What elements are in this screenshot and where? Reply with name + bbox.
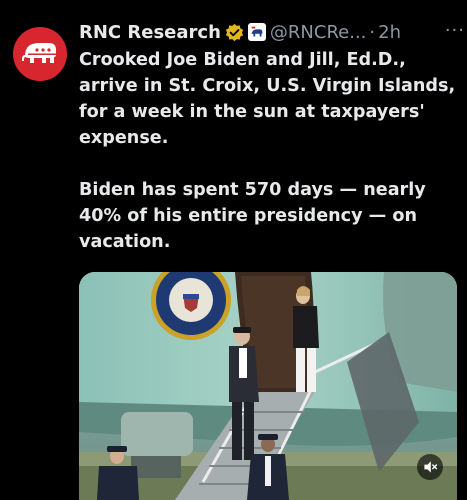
tweet-body: RNC Research @RNCRe... · 2h ··· Crooked … [79,18,464,255]
tweet-header: RNC Research @RNCRe... · 2h ··· [79,18,464,46]
author-handle[interactable]: @RNCRe... [270,22,366,43]
more-options-icon[interactable]: ··· [445,20,465,41]
verified-badge-icon[interactable] [225,23,244,42]
timestamp[interactable]: 2h [378,22,401,43]
speaker-muted-icon [424,461,438,473]
affiliate-badge-icon[interactable] [247,23,266,41]
tweet-paragraph-2: Biden has spent 570 days — nearly 40% of… [79,180,426,252]
separator-dot: · [369,21,376,43]
republican-elephant-icon [22,43,56,63]
video-frame-image [79,272,457,500]
avatar[interactable] [13,27,67,81]
author-name[interactable]: RNC Research [79,22,221,43]
mute-button[interactable] [417,454,443,480]
tweet-paragraph-1: Crooked Joe Biden and Jill, Ed.D., arriv… [79,50,456,148]
tweet-text: Crooked Joe Biden and Jill, Ed.D., arriv… [79,47,459,255]
tweet-video[interactable] [79,272,457,500]
